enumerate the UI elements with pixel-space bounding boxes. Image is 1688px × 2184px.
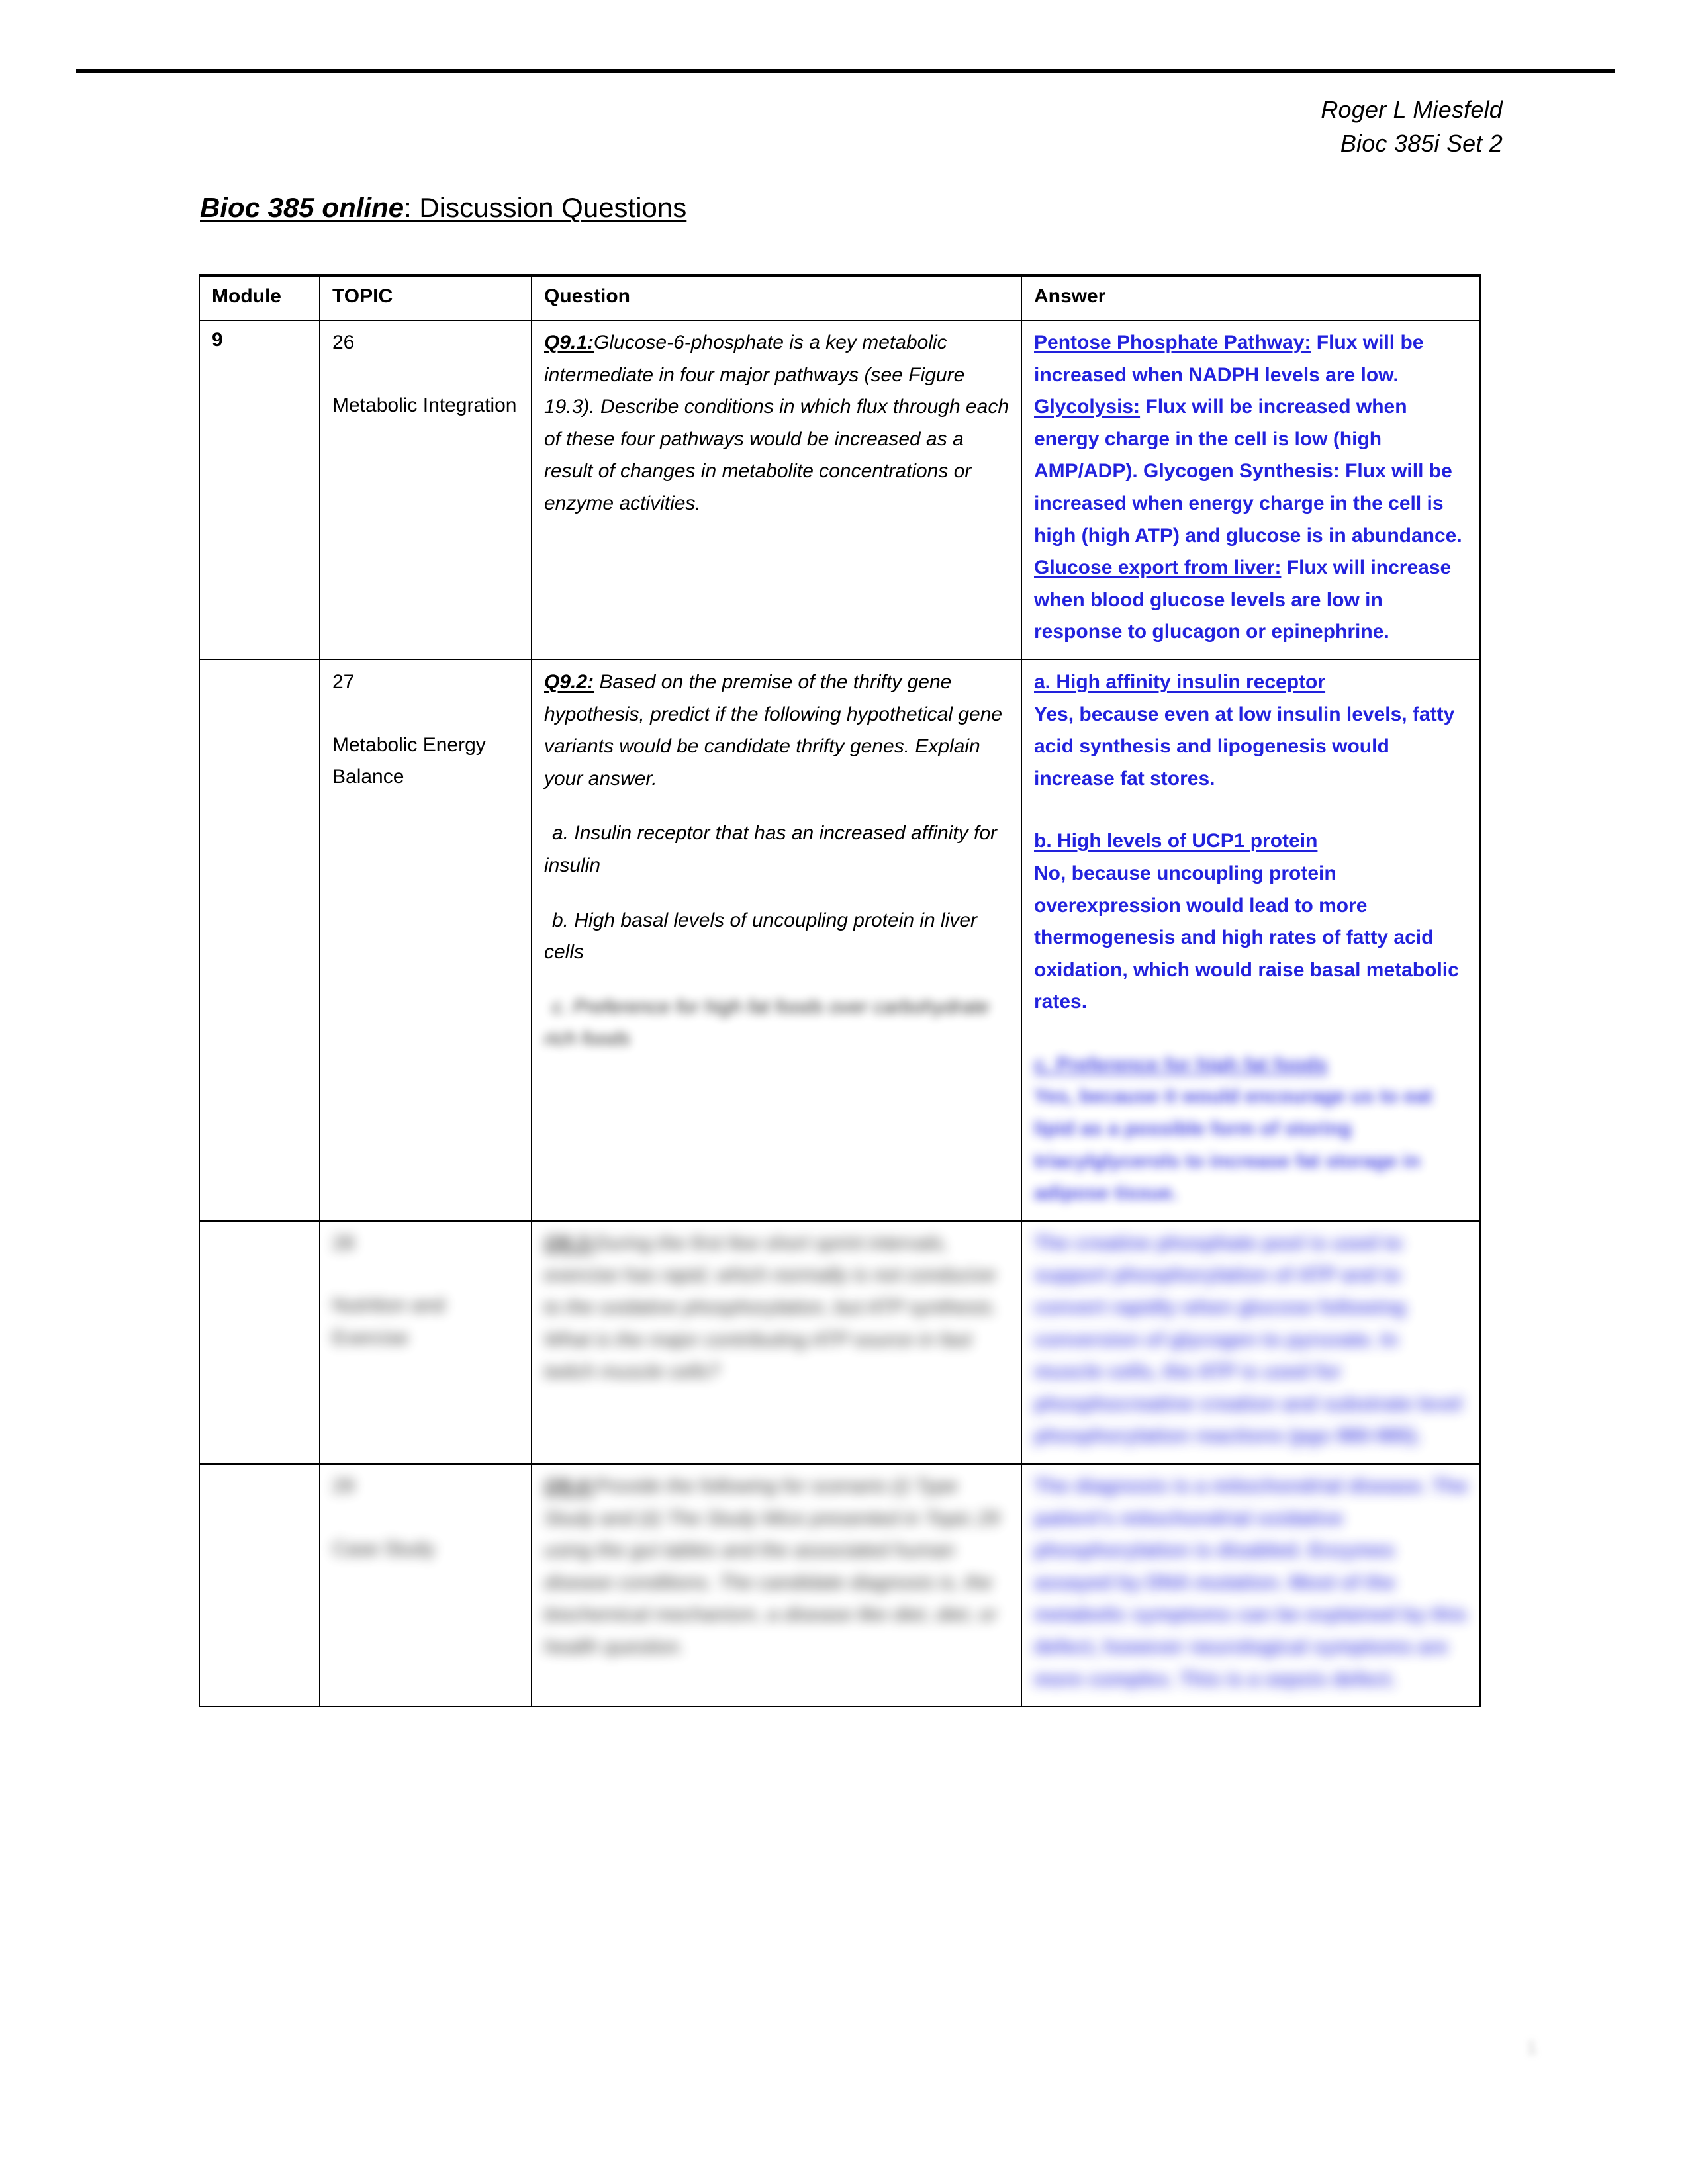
cell-module [199,659,320,1222]
answer-text: The creatine phosphate pool is used to s… [1034,1232,1462,1447]
question-text: Based on the premise of the thrifty gene… [544,670,1003,790]
table-row: 28 Nutrition and Exercise Q9.3:During th… [199,1220,1481,1465]
cell-question: Q9.1:Glucose-6-phosphate is a key metabo… [531,320,1022,660]
page-title: Bioc 385 online: Discussion Questions [200,192,686,224]
question-subitem-a: a. Insulin receptor that has an increase… [544,822,998,876]
answer-block-c: c. Preference for high fat foods Yes, be… [1034,1049,1470,1210]
cell-answer: Pentose Phosphate Pathway: Flux will be … [1021,320,1481,660]
cell-module: 9 [199,320,320,660]
answer-block-b: b. High levels of UCP1 protein No, becau… [1034,825,1470,1019]
cell-topic: 27 Metabolic Energy Balance [319,659,532,1222]
cell-answer: a. High affinity insulin receptor Yes, b… [1021,659,1481,1222]
table-row: 29 Case Study Q9.4:Provide the following… [199,1463,1481,1708]
answer-heading: b. High levels of UCP1 protein [1034,830,1318,852]
question-label: Q9.2: [544,670,594,693]
document-header: Roger L Miesfeld Bioc 385i Set 2 [1321,93,1503,160]
answer-block: The diagnosis is a mitochondrial disease… [1034,1471,1470,1696]
table-row: 27 Metabolic Energy Balance Q9.2: Based … [199,659,1481,1222]
question-subitem-b: b. High basal levels of uncoupling prote… [544,909,978,964]
answer-text: No, because uncoupling protein overexpre… [1034,862,1459,1013]
question-label: Q9.3: [544,1232,594,1254]
cell-module [199,1463,320,1708]
header-divider-rule [76,69,1615,73]
cell-question: Q9.4:Provide the following for scenario … [531,1463,1022,1708]
topic-number: 29 [332,1475,355,1497]
page-number: 1 [1526,2037,1537,2058]
answer-heading: a. High affinity insulin receptor [1034,670,1326,693]
topic-number: 27 [332,670,355,693]
answer-heading: c. Preference for high fat foods [1034,1053,1328,1075]
cell-topic: 29 Case Study [319,1463,532,1708]
page-title-emphasis: Bioc 385 online [200,192,404,223]
answer-text: Yes, because even at low insulin levels,… [1034,703,1455,790]
answer-text: The diagnosis is a mitochondrial disease… [1034,1475,1468,1690]
answer-text-2: Flux will be increased when energy charg… [1034,396,1462,547]
question-text: During the first few short sprint interv… [544,1232,998,1383]
cell-answer: The creatine phosphate pool is used to s… [1021,1220,1481,1465]
answer-heading-3: Glucose export from liver: [1034,557,1282,579]
question-label: Q9.4: [544,1475,594,1497]
discussion-questions-table: Module TOPIC Question Answer 9 26 Metabo… [199,274,1481,1708]
header-author: Roger L Miesfeld [1321,96,1503,123]
topic-number: 28 [332,1232,355,1254]
topic-name: Metabolic Energy Balance [332,733,486,788]
column-header-answer: Answer [1021,274,1481,321]
column-header-question: Question [531,274,1022,321]
header-course: Bioc 385i Set 2 [1340,130,1503,158]
answer-block: Pentose Phosphate Pathway: Flux will be … [1034,327,1470,649]
answer-block-a: a. High affinity insulin receptor Yes, b… [1034,666,1470,795]
cell-topic: 28 Nutrition and Exercise [319,1220,532,1465]
question-label: Q9.1: [544,332,594,353]
answer-heading-1: Pentose Phosphate Pathway: [1034,332,1311,353]
cell-answer: The diagnosis is a mitochondrial disease… [1021,1463,1481,1708]
topic-name: Metabolic Integration [332,394,517,416]
page-title-rest: : Discussion Questions [404,192,687,223]
column-header-topic: TOPIC [319,274,532,321]
table-row: 9 26 Metabolic Integration Q9.1:Glucose-… [199,320,1481,660]
table-header-row: Module TOPIC Question Answer [199,274,1481,321]
column-header-module: Module [199,274,320,321]
answer-text: Yes, because it would encourage us to ea… [1034,1085,1432,1205]
cell-module [199,1220,320,1465]
question-text: Provide the following for scenario (i) T… [544,1475,1000,1658]
cell-question: Q9.3:During the first few short sprint i… [531,1220,1022,1465]
answer-block: The creatine phosphate pool is used to s… [1034,1228,1470,1453]
cell-topic: 26 Metabolic Integration [319,320,532,660]
question-body: Q9.2: Based on the premise of the thrift… [544,666,1011,795]
topic-name: Nutrition and Exercise [332,1295,445,1349]
topic-number: 26 [332,332,355,353]
cell-question: Q9.2: Based on the premise of the thrift… [531,659,1022,1222]
topic-name: Case Study [332,1537,436,1560]
document-page: Roger L Miesfeld Bioc 385i Set 2 Bioc 38… [0,0,1688,2184]
answer-heading-2: Glycolysis: [1034,396,1141,418]
question-text: Glucose-6-phosphate is a key metabolic i… [544,332,1009,514]
question-subitem-c: c. Preference for high fat foods over ca… [544,995,990,1050]
